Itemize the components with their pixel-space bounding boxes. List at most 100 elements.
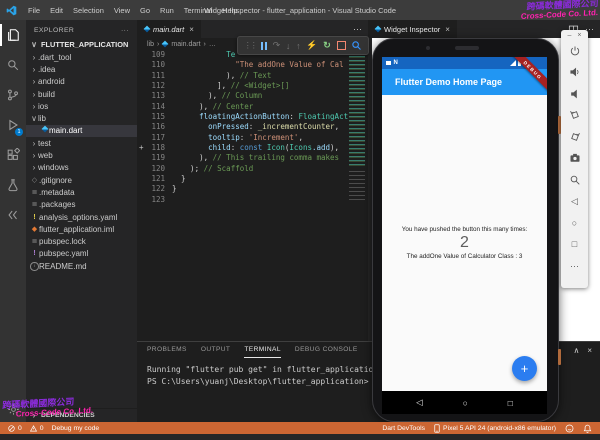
warnings-status[interactable]: 0 xyxy=(30,425,44,432)
app-bar: Flutter Demo Home Page xyxy=(382,69,547,95)
step-over-icon[interactable]: ↷ xyxy=(273,40,281,51)
tree-item--gitignore[interactable]: ◇.gitignore xyxy=(26,174,137,186)
tree-item-test[interactable]: ›test xyxy=(26,137,137,149)
code-line-114[interactable]: 114 ), // Center xyxy=(137,102,368,112)
tree-item-main-dart[interactable]: main.dart xyxy=(26,125,137,137)
debug-status-label[interactable]: Debug my code xyxy=(52,425,100,432)
flutter-outline-icon[interactable] xyxy=(0,200,26,230)
code-line-113[interactable]: 113 ), // Column xyxy=(137,91,368,101)
code-line-116[interactable]: 116 onPressed: _incrementCounter, xyxy=(137,122,368,132)
close-panel-icon[interactable]: × xyxy=(587,346,592,355)
project-root-folder[interactable]: ∨ FLUTTER_APPLICATION xyxy=(26,38,137,51)
menu-go[interactable]: Go xyxy=(135,4,155,17)
code-line-118[interactable]: 118+ child: const Icon(Icons.add), xyxy=(137,143,368,153)
drag-handle-icon[interactable]: ⋮⋮ xyxy=(244,41,256,50)
close-icon[interactable]: × xyxy=(577,32,581,39)
run-debug-icon[interactable]: 1 xyxy=(0,110,26,140)
nav-home-button[interactable]: ○ xyxy=(463,398,468,408)
tree-item--dart-tool[interactable]: ›.dart_tool xyxy=(26,51,137,63)
extensions-icon[interactable] xyxy=(0,140,26,170)
stop-icon[interactable] xyxy=(337,41,346,50)
feedback-smiley-icon[interactable] xyxy=(565,424,574,433)
tree-item-android[interactable]: ›android xyxy=(26,76,137,88)
device-selector[interactable]: Pixel 5 API 24 (android-x86 emulator) xyxy=(434,424,556,433)
nav-back-button[interactable]: ◁ xyxy=(416,397,423,408)
volume-up-icon[interactable] xyxy=(564,62,586,84)
menu-file[interactable]: File xyxy=(23,4,45,17)
emu-home-icon[interactable]: ○ xyxy=(564,212,586,234)
code-line-119[interactable]: 119 ), // This trailing comma makes xyxy=(137,153,368,163)
tree-item-pubspec-lock[interactable]: ≣pubspec.lock xyxy=(26,235,137,247)
explorer-icon[interactable] xyxy=(0,20,26,50)
emu-more-icon[interactable]: ··· xyxy=(564,255,586,277)
menu-view[interactable]: View xyxy=(109,4,135,17)
editor-more-actions-icon[interactable]: ··· xyxy=(353,24,362,34)
panel-tab-debug-console[interactable]: DEBUG CONSOLE xyxy=(295,346,358,358)
code-line-121[interactable]: 121 } xyxy=(137,174,368,184)
menu-edit[interactable]: Edit xyxy=(45,4,68,17)
tree-item-flutter-application-iml[interactable]: ◆flutter_application.iml xyxy=(26,223,137,235)
tree-item-analysis-options-yaml[interactable]: !analysis_options.yaml xyxy=(26,211,137,223)
rotate-right-icon[interactable] xyxy=(564,126,586,148)
tree-item--metadata[interactable]: ≣.metadata xyxy=(26,186,137,198)
hot-reload-icon[interactable]: ⚡ xyxy=(306,40,317,51)
code-line-115[interactable]: 115 floatingActionButton: FloatingAct xyxy=(137,112,368,122)
emu-back-icon[interactable]: ◁ xyxy=(564,191,586,213)
test-flask-icon[interactable] xyxy=(0,170,26,200)
dependencies-section[interactable]: › DEPENDENCIES xyxy=(26,408,137,422)
close-tab-icon[interactable]: × xyxy=(189,25,194,34)
code-line-110[interactable]: 110 "The addOne Value of Cal xyxy=(137,60,368,70)
zoom-icon[interactable] xyxy=(564,169,586,191)
nav-recents-button[interactable]: □ xyxy=(508,398,513,408)
code-line-117[interactable]: 117 tooltip: 'Increment', xyxy=(137,133,368,143)
tab-main-dart[interactable]: main.dart × xyxy=(137,20,202,38)
notifications-bell-icon[interactable] xyxy=(583,424,592,433)
pause-icon[interactable] xyxy=(261,42,267,50)
power-icon[interactable] xyxy=(564,40,586,62)
tree-item-readme-md[interactable]: iREADME.md xyxy=(26,260,137,272)
tab-widget-inspector[interactable]: Widget Inspector × xyxy=(368,20,458,38)
code-line-122[interactable]: 122} xyxy=(137,184,368,194)
screenshot-camera-icon[interactable] xyxy=(564,148,586,170)
menu-help[interactable]: Help xyxy=(217,4,242,17)
panel-tab-output[interactable]: OUTPUT xyxy=(201,346,231,358)
minimize-icon[interactable]: – xyxy=(568,32,572,39)
tree-item-pubspec-yaml[interactable]: !pubspec.yaml xyxy=(26,248,137,260)
volume-down-icon[interactable] xyxy=(564,83,586,105)
emu-overview-icon[interactable]: □ xyxy=(564,234,586,256)
chevron-icon: › xyxy=(30,90,38,99)
code-line-112[interactable]: 112 ], // <Widget>[] xyxy=(137,81,368,91)
tree-item-web[interactable]: ›web xyxy=(26,149,137,161)
widget-inspector-icon[interactable] xyxy=(351,40,362,51)
settings-gear-icon[interactable] xyxy=(0,403,26,416)
menu-run[interactable]: Run xyxy=(155,4,179,17)
step-out-icon[interactable]: ↑ xyxy=(296,41,301,51)
menu-selection[interactable]: Selection xyxy=(68,4,109,17)
tree-item-lib[interactable]: ∨lib xyxy=(26,112,137,124)
minimap[interactable] xyxy=(349,52,365,202)
code-line-120[interactable]: 120 ); // Scaffold xyxy=(137,164,368,174)
explorer-more-icon[interactable]: ··· xyxy=(121,27,129,34)
fab-increment-button[interactable]: + xyxy=(512,356,537,381)
rotate-left-icon[interactable] xyxy=(564,105,586,127)
vscode-logo-icon xyxy=(6,5,17,16)
code-line-111[interactable]: 111 ), // Text xyxy=(137,71,368,81)
panel-tab-terminal[interactable]: TERMINAL xyxy=(244,346,281,358)
tree-item--idea[interactable]: ›.idea xyxy=(26,63,137,75)
menu-terminal[interactable]: Terminal xyxy=(179,4,217,17)
errors-status[interactable]: 0 xyxy=(8,425,22,432)
tree-item-ios[interactable]: ›ios xyxy=(26,100,137,112)
code-editor[interactable]: 109 Te110 "The addOne Value of Cal111 ),… xyxy=(137,50,368,341)
close-tab-icon[interactable]: × xyxy=(445,25,450,34)
tree-item--packages[interactable]: ≣.packages xyxy=(26,199,137,211)
panel-tab-problems[interactable]: PROBLEMS xyxy=(147,346,187,358)
search-icon[interactable] xyxy=(0,50,26,80)
source-control-icon[interactable] xyxy=(0,80,26,110)
tree-item-build[interactable]: ›build xyxy=(26,88,137,100)
dart-devtools-button[interactable]: Dart DevTools xyxy=(382,425,425,432)
restart-icon[interactable]: ↻ xyxy=(323,40,331,51)
maximize-panel-icon[interactable]: ∧ xyxy=(573,346,579,355)
tree-item-windows[interactable]: ›windows xyxy=(26,162,137,174)
step-into-icon[interactable]: ↓ xyxy=(286,41,291,51)
code-line-123[interactable]: 123 xyxy=(137,195,368,205)
